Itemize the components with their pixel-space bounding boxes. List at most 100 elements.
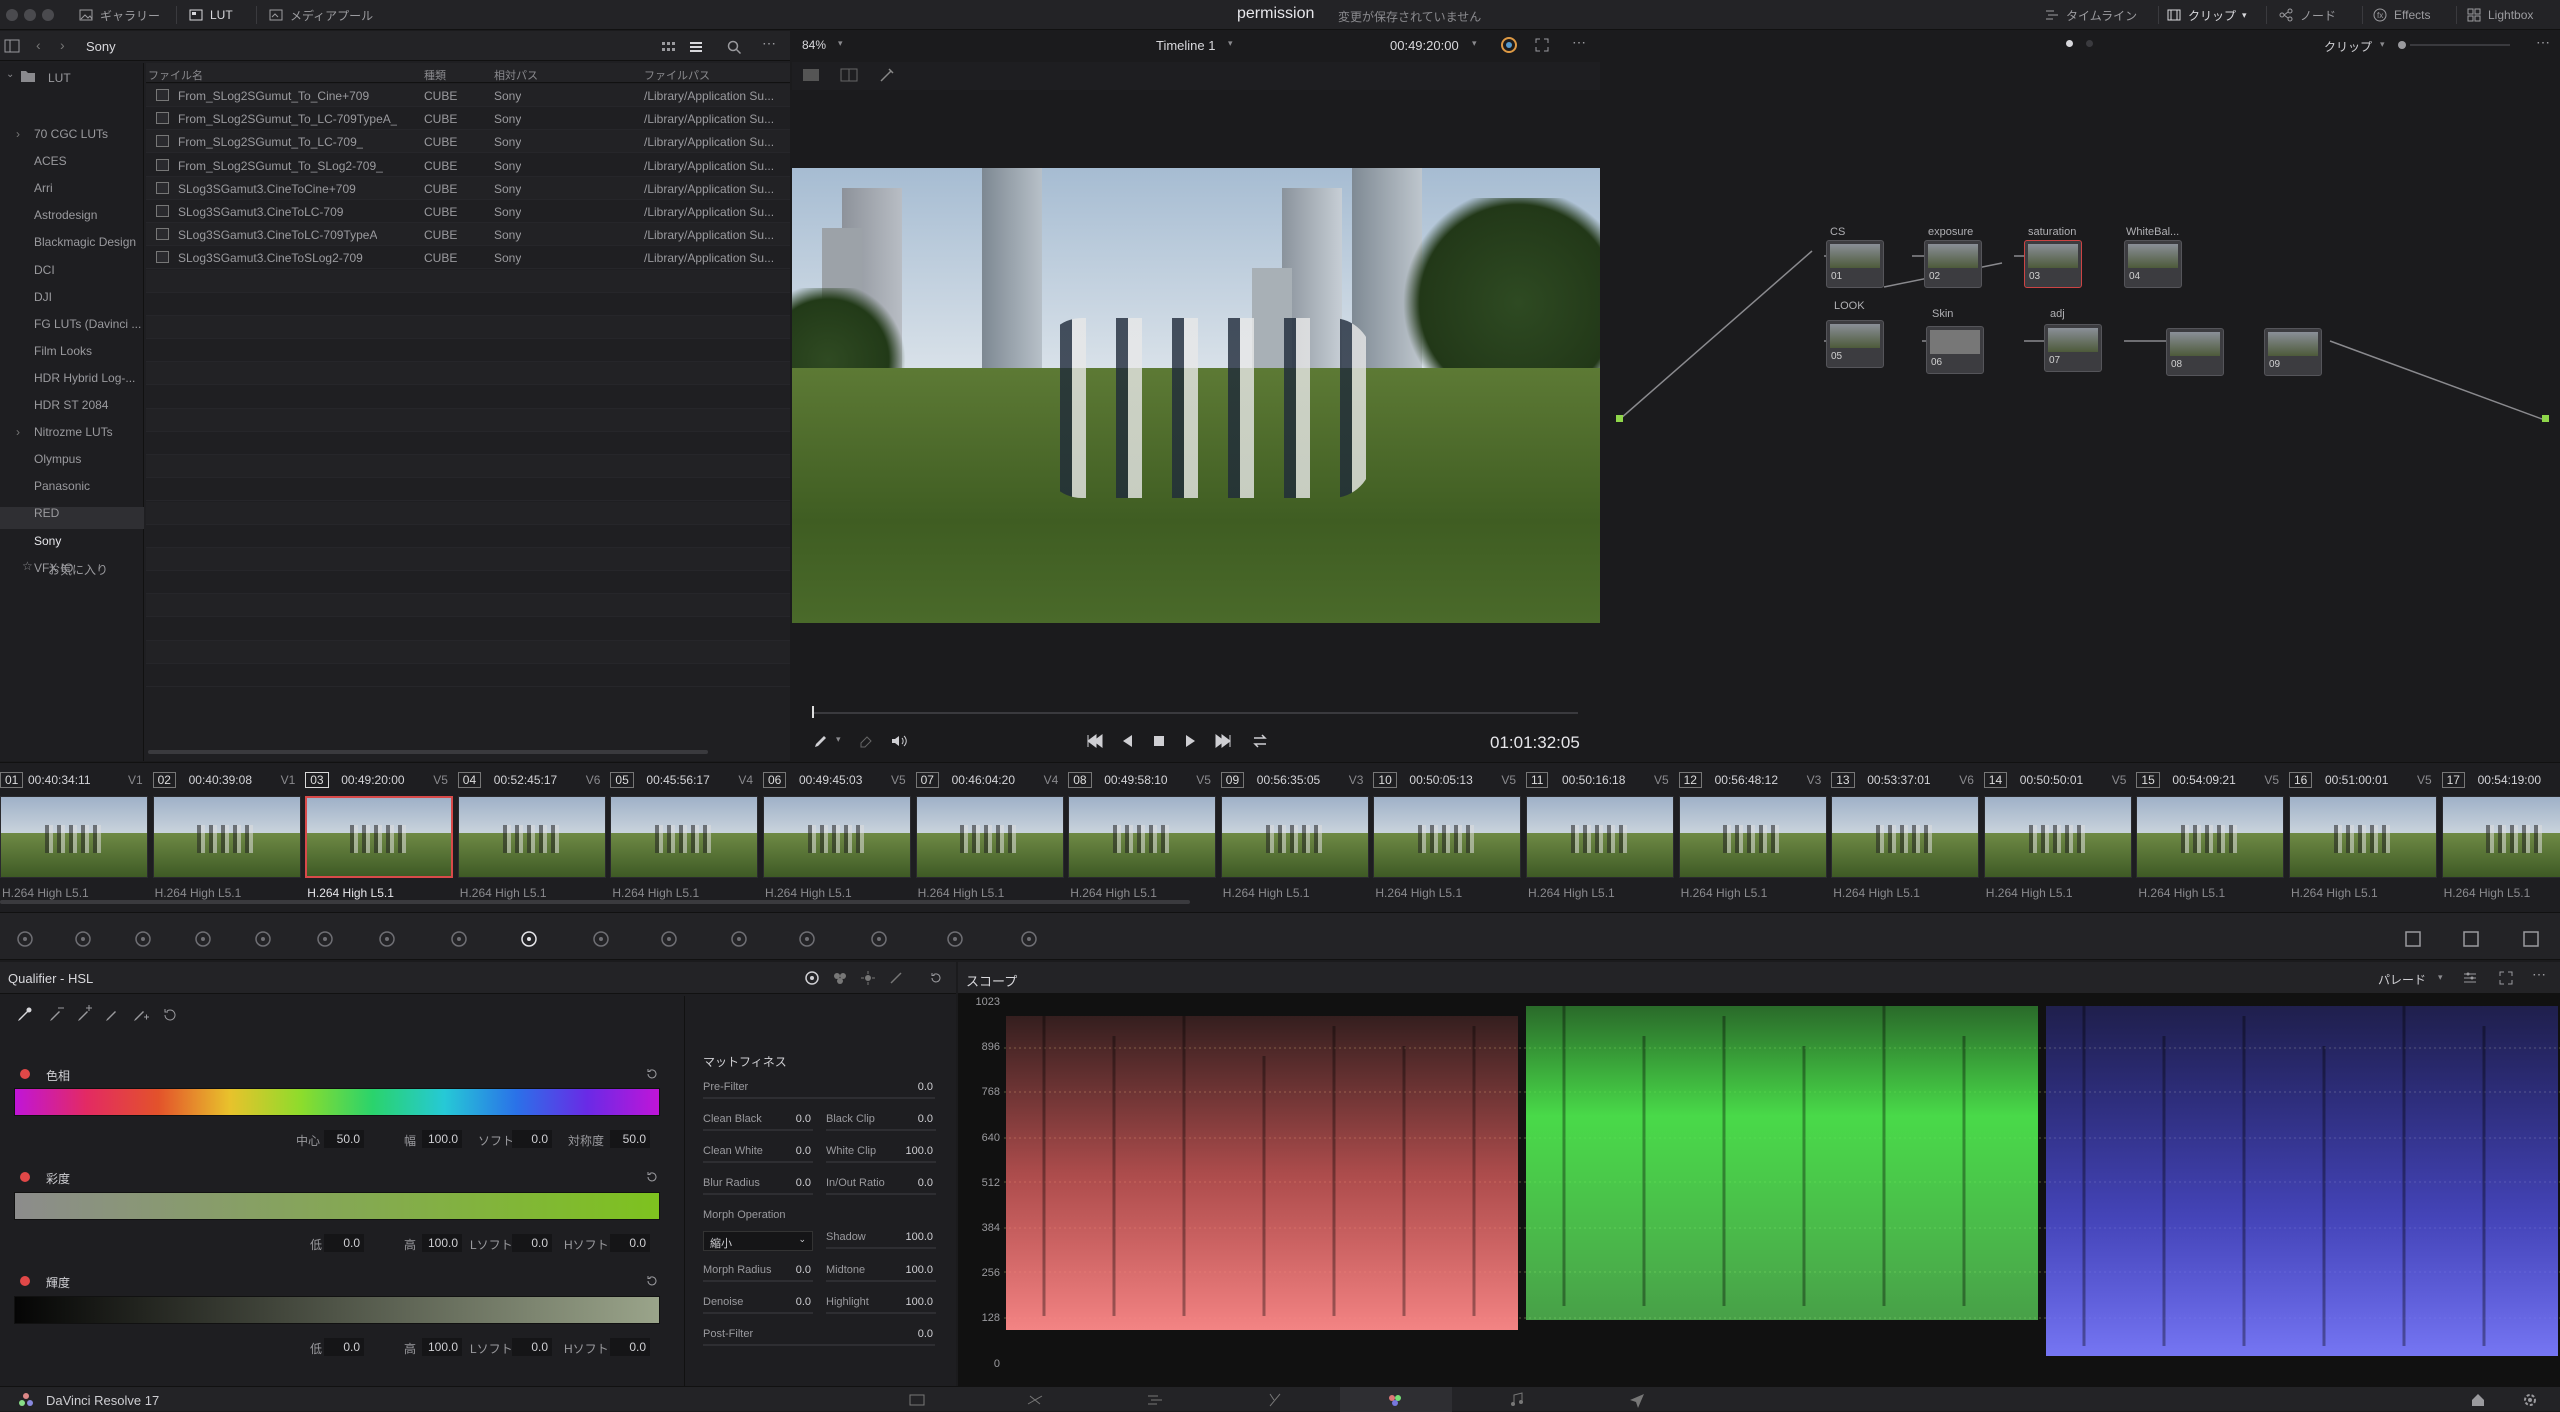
sat-enable-toggle[interactable]: [20, 1172, 30, 1182]
tree-item[interactable]: RED: [34, 506, 59, 520]
reset-icon[interactable]: [928, 970, 944, 986]
loop-icon[interactable]: [1250, 732, 1270, 750]
denoise-slider[interactable]: [703, 1312, 813, 1314]
tree-item[interactable]: Sony: [34, 534, 61, 548]
sat-low-field[interactable]: 0.0: [324, 1234, 364, 1252]
horizontal-scrollbar[interactable]: [148, 750, 708, 754]
postfilter-value[interactable]: 0.0: [903, 1328, 933, 1340]
clip-thumbnail[interactable]: [1068, 796, 1217, 878]
play-icon[interactable]: [1184, 734, 1198, 748]
zoom-level[interactable]: 84%: [802, 38, 826, 52]
clip-thumbnail[interactable]: [2441, 796, 2560, 878]
clip-thumbnail[interactable]: [763, 796, 911, 878]
color-page-icon[interactable]: [1386, 1391, 1404, 1409]
invert-icon[interactable]: [160, 1005, 180, 1025]
sidebar-toggle-icon[interactable]: [4, 38, 20, 54]
tracker-icon[interactable]: [658, 928, 680, 950]
midtone-value[interactable]: 100.0: [903, 1264, 933, 1276]
midtone-slider[interactable]: [826, 1280, 936, 1282]
highlight-value[interactable]: 100.0: [903, 1296, 933, 1308]
tree-item[interactable]: Film Looks: [34, 344, 92, 358]
clip-mode-button[interactable]: クリップ ▾: [2166, 6, 2247, 24]
stop-icon[interactable]: [1152, 734, 1166, 748]
rgb-mixer-icon[interactable]: [252, 928, 274, 950]
tree-item[interactable]: HDR Hybrid Log-...: [34, 371, 135, 385]
table-row[interactable]: From_SLog2SGumut_To_LC-709TypeA_ CUBE Sony…: [146, 107, 790, 131]
chevron-down-icon[interactable]: ⌄: [6, 69, 14, 80]
denoise-value[interactable]: 0.0: [781, 1296, 811, 1308]
search-icon[interactable]: [726, 39, 742, 55]
clean-white-value[interactable]: 0.0: [781, 1145, 811, 1157]
clip-thumbnail[interactable]: [152, 796, 301, 878]
chevron-down-icon[interactable]: ▾: [838, 38, 843, 49]
table-row[interactable]: From_SLog2SGumut_To_LC-709_ CUBE Sony/Libr…: [146, 130, 790, 154]
morph-op-select[interactable]: 縮小 ⌄: [703, 1231, 813, 1251]
tree-root-lut[interactable]: LUT: [48, 71, 71, 85]
viewer-timecode-top[interactable]: 00:49:20:00: [1390, 38, 1459, 53]
clip-thumbnail[interactable]: [1983, 796, 2132, 878]
table-row[interactable]: SLog3SGamut3.CineToLC-709 CUBE Sony/Librar…: [146, 200, 790, 223]
clip-thumbnail[interactable]: [1220, 796, 1369, 878]
gear-icon[interactable]: [2522, 1392, 2538, 1408]
morph-radius-value[interactable]: 0.0: [781, 1264, 811, 1276]
column-relpath[interactable]: 相対パス: [494, 67, 538, 83]
inout-ratio-value[interactable]: 0.0: [903, 1177, 933, 1189]
keyframes-icon[interactable]: [2402, 928, 2424, 950]
primaries-icon[interactable]: [132, 928, 154, 950]
feather-plus-icon[interactable]: [130, 1005, 150, 1025]
sizing-icon[interactable]: [944, 928, 966, 950]
highlight-slider[interactable]: [826, 1312, 936, 1314]
cut-page-icon[interactable]: [1026, 1392, 1044, 1408]
black-clip-value[interactable]: 0.0: [903, 1113, 933, 1125]
more-options-icon[interactable]: ⋯: [1572, 34, 1586, 51]
tree-item[interactable]: Astrodesign: [34, 208, 97, 222]
node-04[interactable]: 04: [2124, 240, 2182, 288]
tree-item[interactable]: › 70 CGC LUTs: [16, 127, 108, 141]
node-01[interactable]: 01: [1826, 240, 1884, 288]
column-filename[interactable]: ファイル名: [148, 67, 203, 83]
eraser-icon[interactable]: [858, 732, 874, 748]
table-row[interactable]: From_SLog2SGumut_To_Cine+709 CUBE Sony/Lib…: [146, 84, 790, 107]
gallery-button[interactable]: ギャラリー: [78, 6, 160, 24]
tree-item[interactable]: ACES: [34, 154, 67, 168]
hdr-wheels-icon[interactable]: [192, 928, 214, 950]
clip-thumbnail[interactable]: [457, 796, 606, 878]
node-button[interactable]: ノード: [2278, 6, 2336, 24]
clip-thumbnail[interactable]: [1526, 796, 1674, 878]
blur-icon[interactable]: [796, 928, 818, 950]
tree-item[interactable]: Panasonic: [34, 479, 90, 493]
clip-thumbnail[interactable]: [1831, 796, 1980, 878]
fairlight-page-icon[interactable]: [1508, 1392, 1526, 1408]
shadow-value[interactable]: 100.0: [903, 1231, 933, 1243]
scrub-bar[interactable]: [812, 712, 1578, 714]
close-window-button[interactable]: [6, 9, 18, 21]
node-02[interactable]: 02: [1924, 240, 1982, 288]
tree-item[interactable]: HDR ST 2084: [34, 398, 108, 412]
tree-item[interactable]: Blackmagic Design: [34, 235, 136, 249]
timeline-name[interactable]: Timeline 1: [1156, 38, 1215, 53]
table-row[interactable]: SLog3SGamut3.CineToSLog2-709 CUBE Sony/Lib…: [146, 246, 790, 270]
hsl-mode-icon[interactable]: [832, 970, 848, 986]
shadow-slider[interactable]: [826, 1247, 936, 1249]
lum-range-bar[interactable]: [14, 1296, 660, 1324]
more-options-icon[interactable]: ⋯: [762, 35, 776, 52]
hue-range-bar[interactable]: [14, 1088, 660, 1116]
timeline-button[interactable]: タイムライン: [2044, 6, 2137, 24]
3d-icon[interactable]: [1018, 928, 1040, 950]
chevron-down-icon[interactable]: ▾: [1472, 38, 1477, 49]
node-06[interactable]: 06: [1926, 326, 1984, 374]
tree-favorites[interactable]: お気に入り: [48, 561, 108, 578]
fusion-page-icon[interactable]: [1266, 1392, 1284, 1408]
split-view-icon[interactable]: [840, 68, 858, 82]
node-08[interactable]: 08: [2166, 328, 2224, 376]
lum-hsoft-field[interactable]: 0.0: [610, 1338, 650, 1356]
black-clip-slider[interactable]: [826, 1129, 936, 1131]
clean-black-slider[interactable]: [703, 1129, 813, 1131]
edit-page-icon[interactable]: [1146, 1392, 1164, 1408]
clip-thumbnail[interactable]: [2136, 796, 2285, 878]
node-05[interactable]: 05: [1826, 320, 1884, 368]
lum-enable-toggle[interactable]: [20, 1276, 30, 1286]
picker-icon[interactable]: [14, 1005, 34, 1025]
hue-soft-field[interactable]: 0.0: [512, 1130, 552, 1148]
chevron-right-icon[interactable]: ›: [16, 127, 20, 141]
